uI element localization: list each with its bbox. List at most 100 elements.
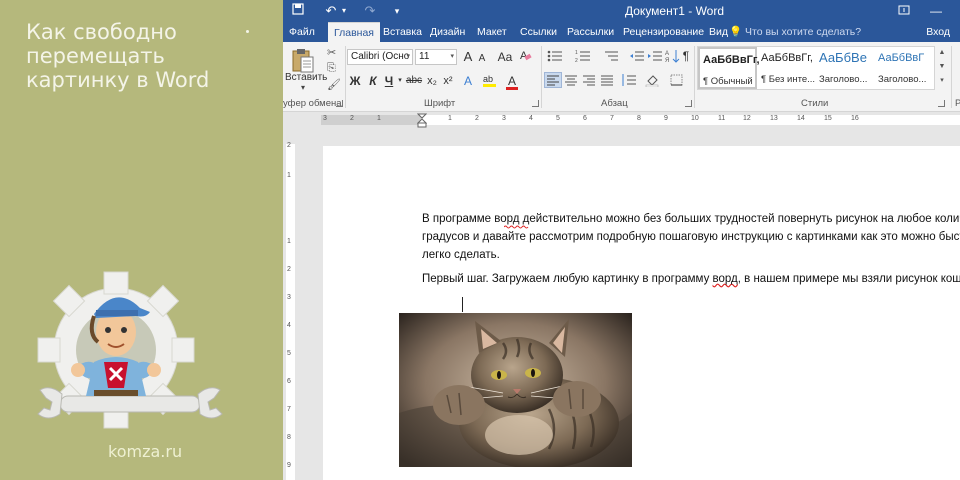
undo-icon[interactable]: ↶ bbox=[323, 3, 339, 19]
font-size-select[interactable]: 11 ▾ bbox=[415, 49, 457, 65]
subscript-button[interactable]: x₂ bbox=[425, 72, 439, 90]
undo-dropdown-icon[interactable]: ▾ bbox=[340, 3, 348, 19]
style-no-spacing[interactable]: АаБбВвГг, ¶ Без инте... bbox=[758, 47, 817, 89]
sign-in-link[interactable]: Вход bbox=[926, 22, 950, 42]
tab-layout[interactable]: Макет bbox=[477, 22, 507, 42]
style-preview: АаБбВе bbox=[819, 50, 867, 65]
justify-icon[interactable] bbox=[599, 73, 615, 87]
cut-icon[interactable]: ✂ bbox=[327, 46, 336, 59]
align-right-icon[interactable] bbox=[581, 73, 597, 87]
indent-marker-icon[interactable] bbox=[417, 113, 427, 128]
document-page[interactable]: В программе ворд действительно можно без… bbox=[323, 146, 960, 480]
tell-me-search[interactable]: 💡 Что вы хотите сделать? bbox=[729, 22, 861, 42]
ribbon-tabs: Файл Главная Вставка Дизайн Макет Ссылки… bbox=[283, 22, 960, 42]
save-icon[interactable] bbox=[291, 3, 305, 19]
align-left-icon[interactable] bbox=[544, 72, 562, 88]
clear-formatting-icon[interactable]: A bbox=[519, 48, 533, 66]
word-window: ↶ ▾ ↷ ▾ Документ1 - Word — Файл Главная … bbox=[283, 0, 960, 480]
ribbon-display-options-icon[interactable] bbox=[895, 2, 913, 20]
tab-references[interactable]: Ссылки bbox=[520, 22, 557, 42]
borders-icon[interactable] bbox=[669, 73, 685, 87]
paragraph-launcher-icon[interactable] bbox=[685, 100, 692, 107]
paste-dropdown-icon[interactable]: ▾ bbox=[301, 83, 305, 92]
shading-icon[interactable] bbox=[645, 73, 661, 88]
line-spacing-icon[interactable] bbox=[621, 73, 637, 87]
ruler-number: 7 bbox=[287, 406, 291, 413]
tab-insert[interactable]: Вставка bbox=[383, 22, 422, 42]
format-painter-icon[interactable]: 🖌 bbox=[327, 78, 341, 91]
highlight-icon[interactable]: ab bbox=[481, 72, 499, 90]
numbering-icon[interactable]: 12 bbox=[575, 49, 591, 64]
font-group-label: Шрифт bbox=[424, 98, 456, 109]
font-launcher-icon[interactable] bbox=[532, 100, 539, 107]
bullets-icon[interactable] bbox=[547, 49, 563, 63]
multilevel-list-icon[interactable] bbox=[603, 49, 619, 63]
horizontal-ruler[interactable]: 3 2 1 1 2 3 4 5 6 7 8 9 10 11 12 13 14 1… bbox=[283, 112, 960, 128]
customize-qat-icon[interactable]: ▾ bbox=[391, 3, 403, 19]
tab-design[interactable]: Дизайн bbox=[430, 22, 465, 42]
lightbulb-icon: 💡 bbox=[729, 26, 743, 38]
align-center-icon[interactable] bbox=[563, 73, 579, 87]
ruler-number: 6 bbox=[583, 115, 587, 122]
change-case-button[interactable]: Aa bbox=[495, 48, 515, 66]
tab-view[interactable]: Вид bbox=[709, 22, 728, 42]
promo-dot bbox=[246, 30, 249, 33]
ruler-number: 2 bbox=[350, 115, 354, 122]
italic-button[interactable]: К bbox=[367, 72, 379, 90]
ruler-number: 1 bbox=[287, 238, 291, 245]
paragraph-group-label: Абзац bbox=[601, 98, 628, 109]
font-color-swatch bbox=[506, 87, 518, 90]
ruler-number: 1 bbox=[377, 115, 381, 122]
paste-button[interactable] bbox=[289, 46, 317, 74]
tab-file[interactable]: Файл bbox=[289, 22, 315, 42]
text-effects-button[interactable]: A bbox=[461, 72, 475, 90]
style-normal[interactable]: АаБбВвГг, ¶ Обычный bbox=[698, 47, 760, 89]
paragraph-line: Первый шаг. Загружаем любую картинку в п… bbox=[422, 270, 960, 288]
tab-mailings[interactable]: Рассылки bbox=[567, 22, 614, 42]
font-name-select[interactable]: Calibri (Осно ▾ bbox=[347, 49, 413, 65]
vertical-ruler[interactable]: 2 1 1 2 3 4 5 6 7 8 9 bbox=[283, 128, 297, 480]
misspelled-word[interactable]: ворд bbox=[713, 273, 738, 285]
cat-image[interactable] bbox=[399, 313, 632, 467]
ruler-margin-area bbox=[321, 115, 421, 125]
ruler-number: 10 bbox=[691, 115, 699, 122]
font-color-button[interactable]: A bbox=[505, 72, 519, 90]
sort-icon[interactable]: AЯ bbox=[665, 49, 681, 64]
ruler-number: 5 bbox=[287, 350, 291, 357]
increase-indent-icon[interactable] bbox=[647, 49, 663, 63]
ruler-number: 3 bbox=[323, 115, 327, 122]
shrink-font-button[interactable]: A bbox=[476, 50, 488, 68]
paragraph-line: В программе ворд действительно можно без… bbox=[422, 210, 960, 228]
redo-icon[interactable]: ↷ bbox=[363, 3, 377, 19]
minimize-icon[interactable]: — bbox=[927, 2, 945, 20]
strikethrough-button[interactable]: abc bbox=[405, 72, 423, 90]
editing-group-label: Р bbox=[955, 98, 960, 109]
superscript-button[interactable]: x² bbox=[441, 72, 455, 90]
tab-home[interactable]: Главная bbox=[328, 22, 380, 42]
promo-panel: Как свободно перемещать картинку в Word bbox=[0, 0, 283, 480]
ruler-number: 8 bbox=[637, 115, 641, 122]
paragraph-line: градусов и давайте рассмотрим подробную … bbox=[422, 228, 960, 246]
underline-button[interactable]: Ч bbox=[383, 72, 395, 90]
font-color-letter: A bbox=[507, 74, 516, 88]
style-name: ¶ Обычный bbox=[703, 76, 753, 87]
show-formatting-button[interactable]: ¶ bbox=[680, 47, 692, 65]
ruler-number: 7 bbox=[610, 115, 614, 122]
underline-dropdown-icon[interactable]: ▾ bbox=[396, 72, 404, 90]
styles-gallery-scroll[interactable]: ▲ ▼ ▾ bbox=[937, 46, 947, 90]
clipboard-launcher-icon[interactable] bbox=[336, 100, 343, 107]
decrease-indent-icon[interactable] bbox=[629, 49, 645, 63]
style-heading-2[interactable]: АаБбВвГ Заголово... bbox=[875, 47, 934, 89]
styles-launcher-icon[interactable] bbox=[938, 100, 945, 107]
style-heading-1[interactable]: АаБбВе Заголово... bbox=[816, 47, 875, 89]
tab-review[interactable]: Рецензирование bbox=[623, 22, 704, 42]
bold-button[interactable]: Ж bbox=[349, 72, 361, 90]
text-run: В программе ворд действительно можно без… bbox=[422, 213, 960, 225]
ruler-number: 4 bbox=[529, 115, 533, 122]
ruler-number: 16 bbox=[851, 115, 859, 122]
ruler-number: 14 bbox=[797, 115, 805, 122]
group-separator bbox=[694, 46, 695, 108]
style-preview: АаБбВвГг, bbox=[703, 54, 760, 66]
copy-icon[interactable]: ⎘ bbox=[327, 62, 336, 75]
grow-font-button[interactable]: A bbox=[461, 48, 475, 66]
